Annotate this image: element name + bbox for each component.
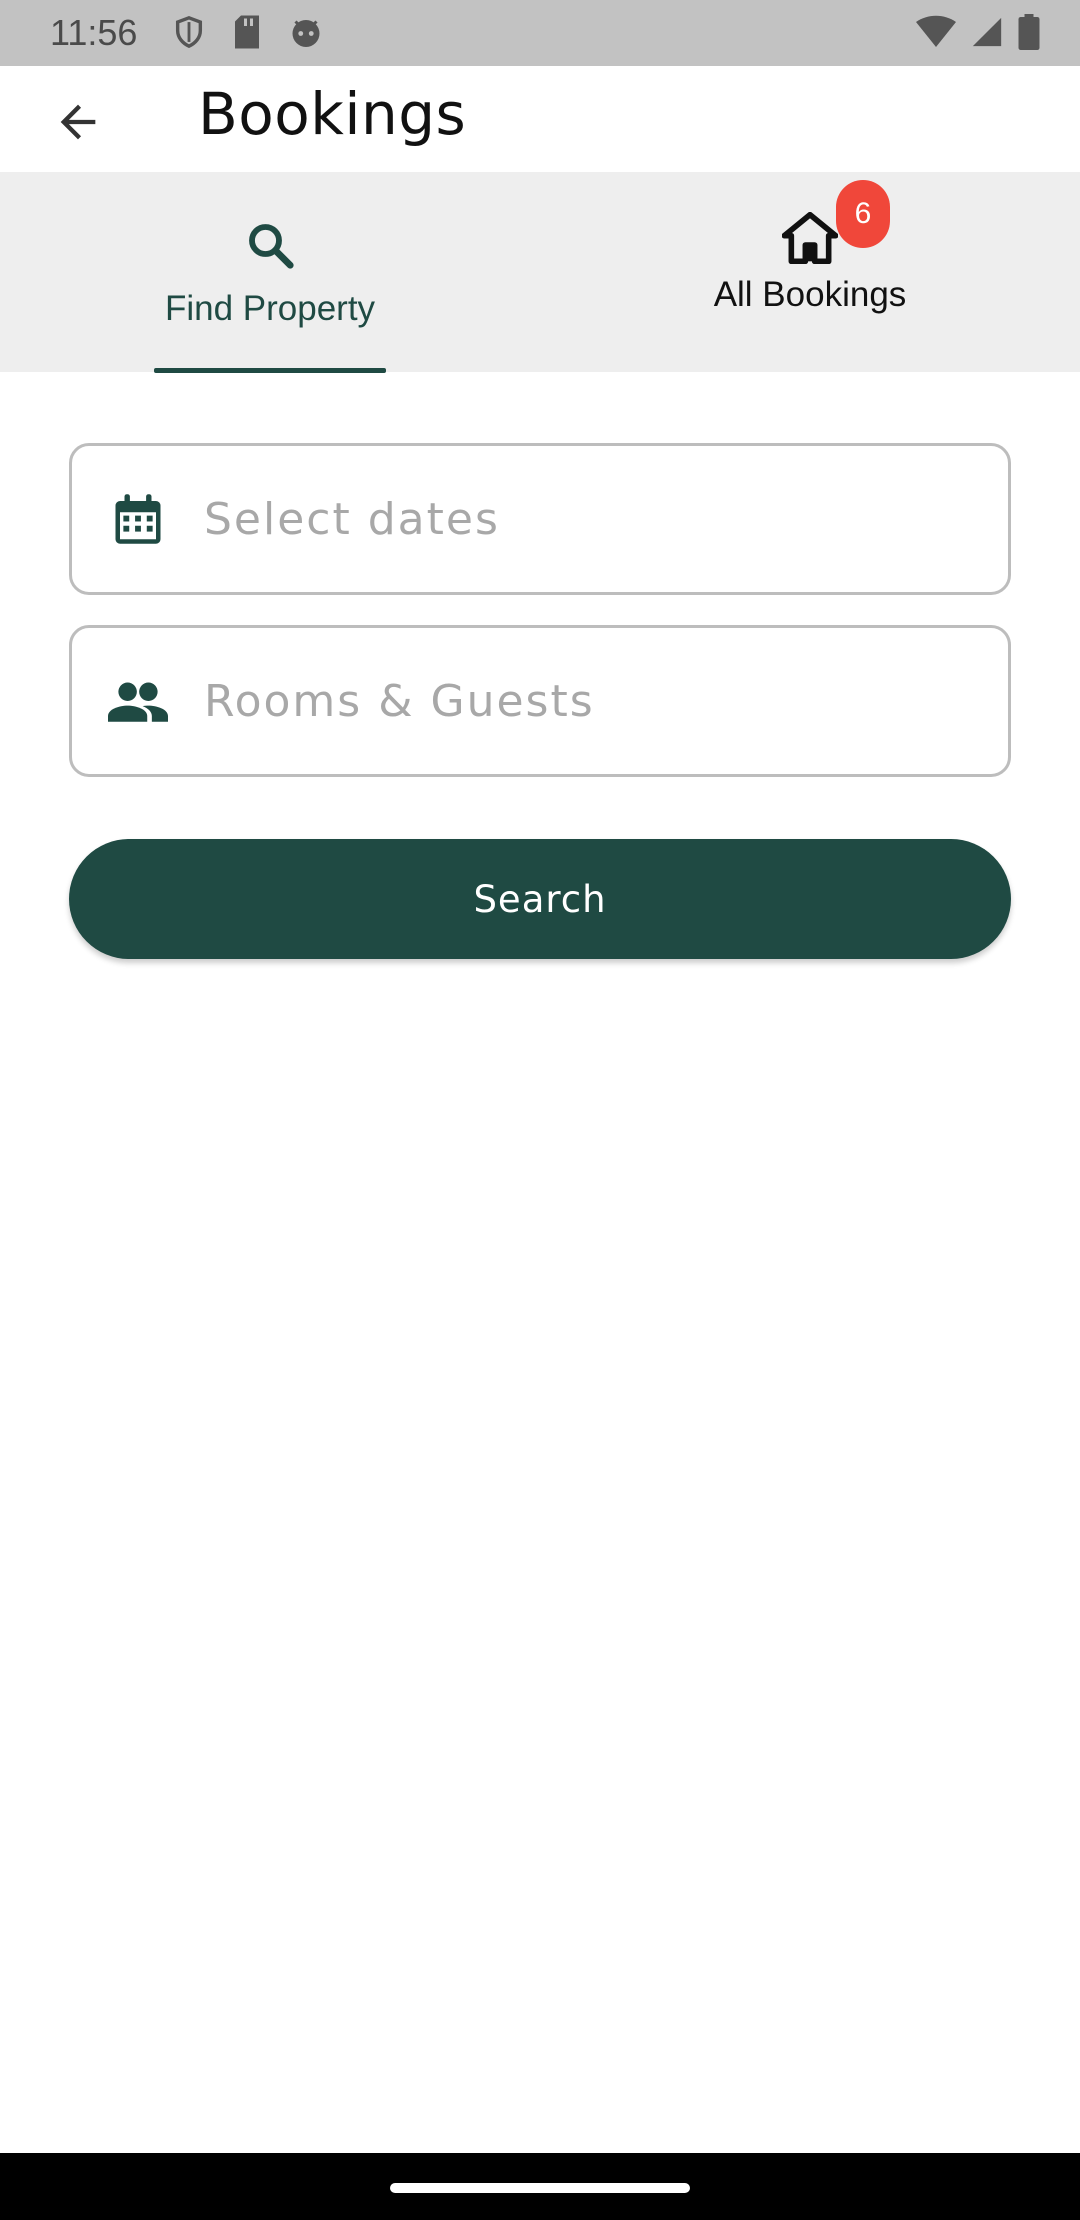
tab-selected-indicator [154, 368, 386, 373]
home-icon [781, 211, 839, 269]
page-title: Bookings [198, 80, 467, 148]
rooms-guests-field[interactable]: Rooms & Guests [69, 625, 1011, 777]
search-button[interactable]: Search [69, 839, 1011, 959]
search-icon [243, 218, 297, 277]
home-indicator[interactable] [390, 2183, 690, 2193]
tab-all-bookings[interactable]: All Bookings [540, 172, 1080, 372]
select-dates-field[interactable]: Select dates [69, 443, 1011, 595]
rooms-guests-placeholder: Rooms & Guests [204, 675, 595, 727]
bookings-count-badge: 6 [836, 180, 890, 248]
tab-bar: Find Property All Bookings [0, 172, 1080, 373]
status-time: 11:56 [50, 12, 138, 53]
status-bar: 11:56 [0, 0, 1080, 66]
wifi-icon [916, 15, 956, 54]
app-bar: Bookings [0, 66, 1080, 172]
sd-card-icon [232, 14, 262, 55]
android-face-icon [288, 14, 324, 55]
calendar-icon [108, 489, 168, 549]
back-button[interactable] [40, 86, 116, 162]
people-icon [108, 671, 168, 731]
tab-find-property[interactable]: Find Property [0, 172, 540, 372]
arrow-back-icon [52, 96, 104, 153]
status-icons-right [916, 14, 1040, 55]
select-dates-placeholder: Select dates [204, 493, 500, 545]
tab-all-bookings-label: All Bookings [713, 275, 907, 314]
battery-icon [1018, 14, 1040, 55]
status-icons-left [172, 14, 324, 55]
tab-find-property-label: Find Property [164, 289, 376, 328]
shield-icon [172, 14, 206, 55]
system-nav-bar [0, 2153, 1080, 2220]
signal-icon [970, 15, 1004, 54]
